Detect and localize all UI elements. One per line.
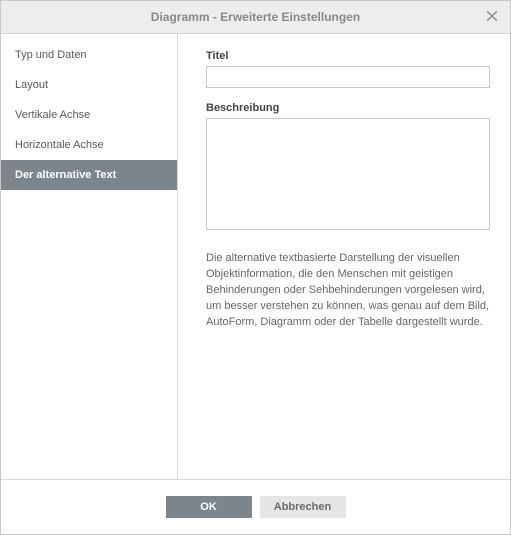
sidebar-item-label: Der alternative Text [15, 169, 116, 181]
help-text: Die alternative textbasierte Darstellung… [206, 247, 490, 331]
sidebar-item-layout[interactable]: Layout [1, 70, 177, 100]
dialog-body: Typ und Daten Layout Vertikale Achse Hor… [1, 34, 510, 479]
dialog-footer: OK Abbrechen [1, 479, 510, 534]
content-pane: Titel Beschreibung Die alternative textb… [178, 34, 510, 479]
title-input[interactable] [206, 66, 490, 88]
description-textarea[interactable] [206, 118, 490, 230]
sidebar-item-label: Vertikale Achse [15, 109, 90, 121]
sidebar-item-vertical-axis[interactable]: Vertikale Achse [1, 100, 177, 130]
titlebar: Diagramm - Erweiterte Einstellungen [1, 1, 510, 34]
sidebar-item-label: Typ und Daten [15, 49, 87, 61]
ok-button[interactable]: OK [166, 496, 252, 518]
close-button[interactable] [474, 1, 510, 34]
sidebar-item-horizontal-axis[interactable]: Horizontale Achse [1, 130, 177, 160]
sidebar: Typ und Daten Layout Vertikale Achse Hor… [1, 34, 178, 479]
close-icon [486, 10, 498, 25]
cancel-button[interactable]: Abbrechen [260, 496, 346, 518]
sidebar-item-type-data[interactable]: Typ und Daten [1, 40, 177, 70]
title-label: Titel [206, 50, 492, 62]
dialog-title: Diagramm - Erweiterte Einstellungen [151, 10, 360, 24]
sidebar-item-label: Layout [15, 79, 48, 91]
field-title: Titel [206, 50, 492, 88]
description-label: Beschreibung [206, 102, 492, 114]
field-description: Beschreibung [206, 102, 492, 233]
sidebar-item-alternative-text[interactable]: Der alternative Text [1, 160, 177, 190]
dialog-advanced-settings: Diagramm - Erweiterte Einstellungen Typ … [0, 0, 511, 535]
sidebar-item-label: Horizontale Achse [15, 139, 104, 151]
